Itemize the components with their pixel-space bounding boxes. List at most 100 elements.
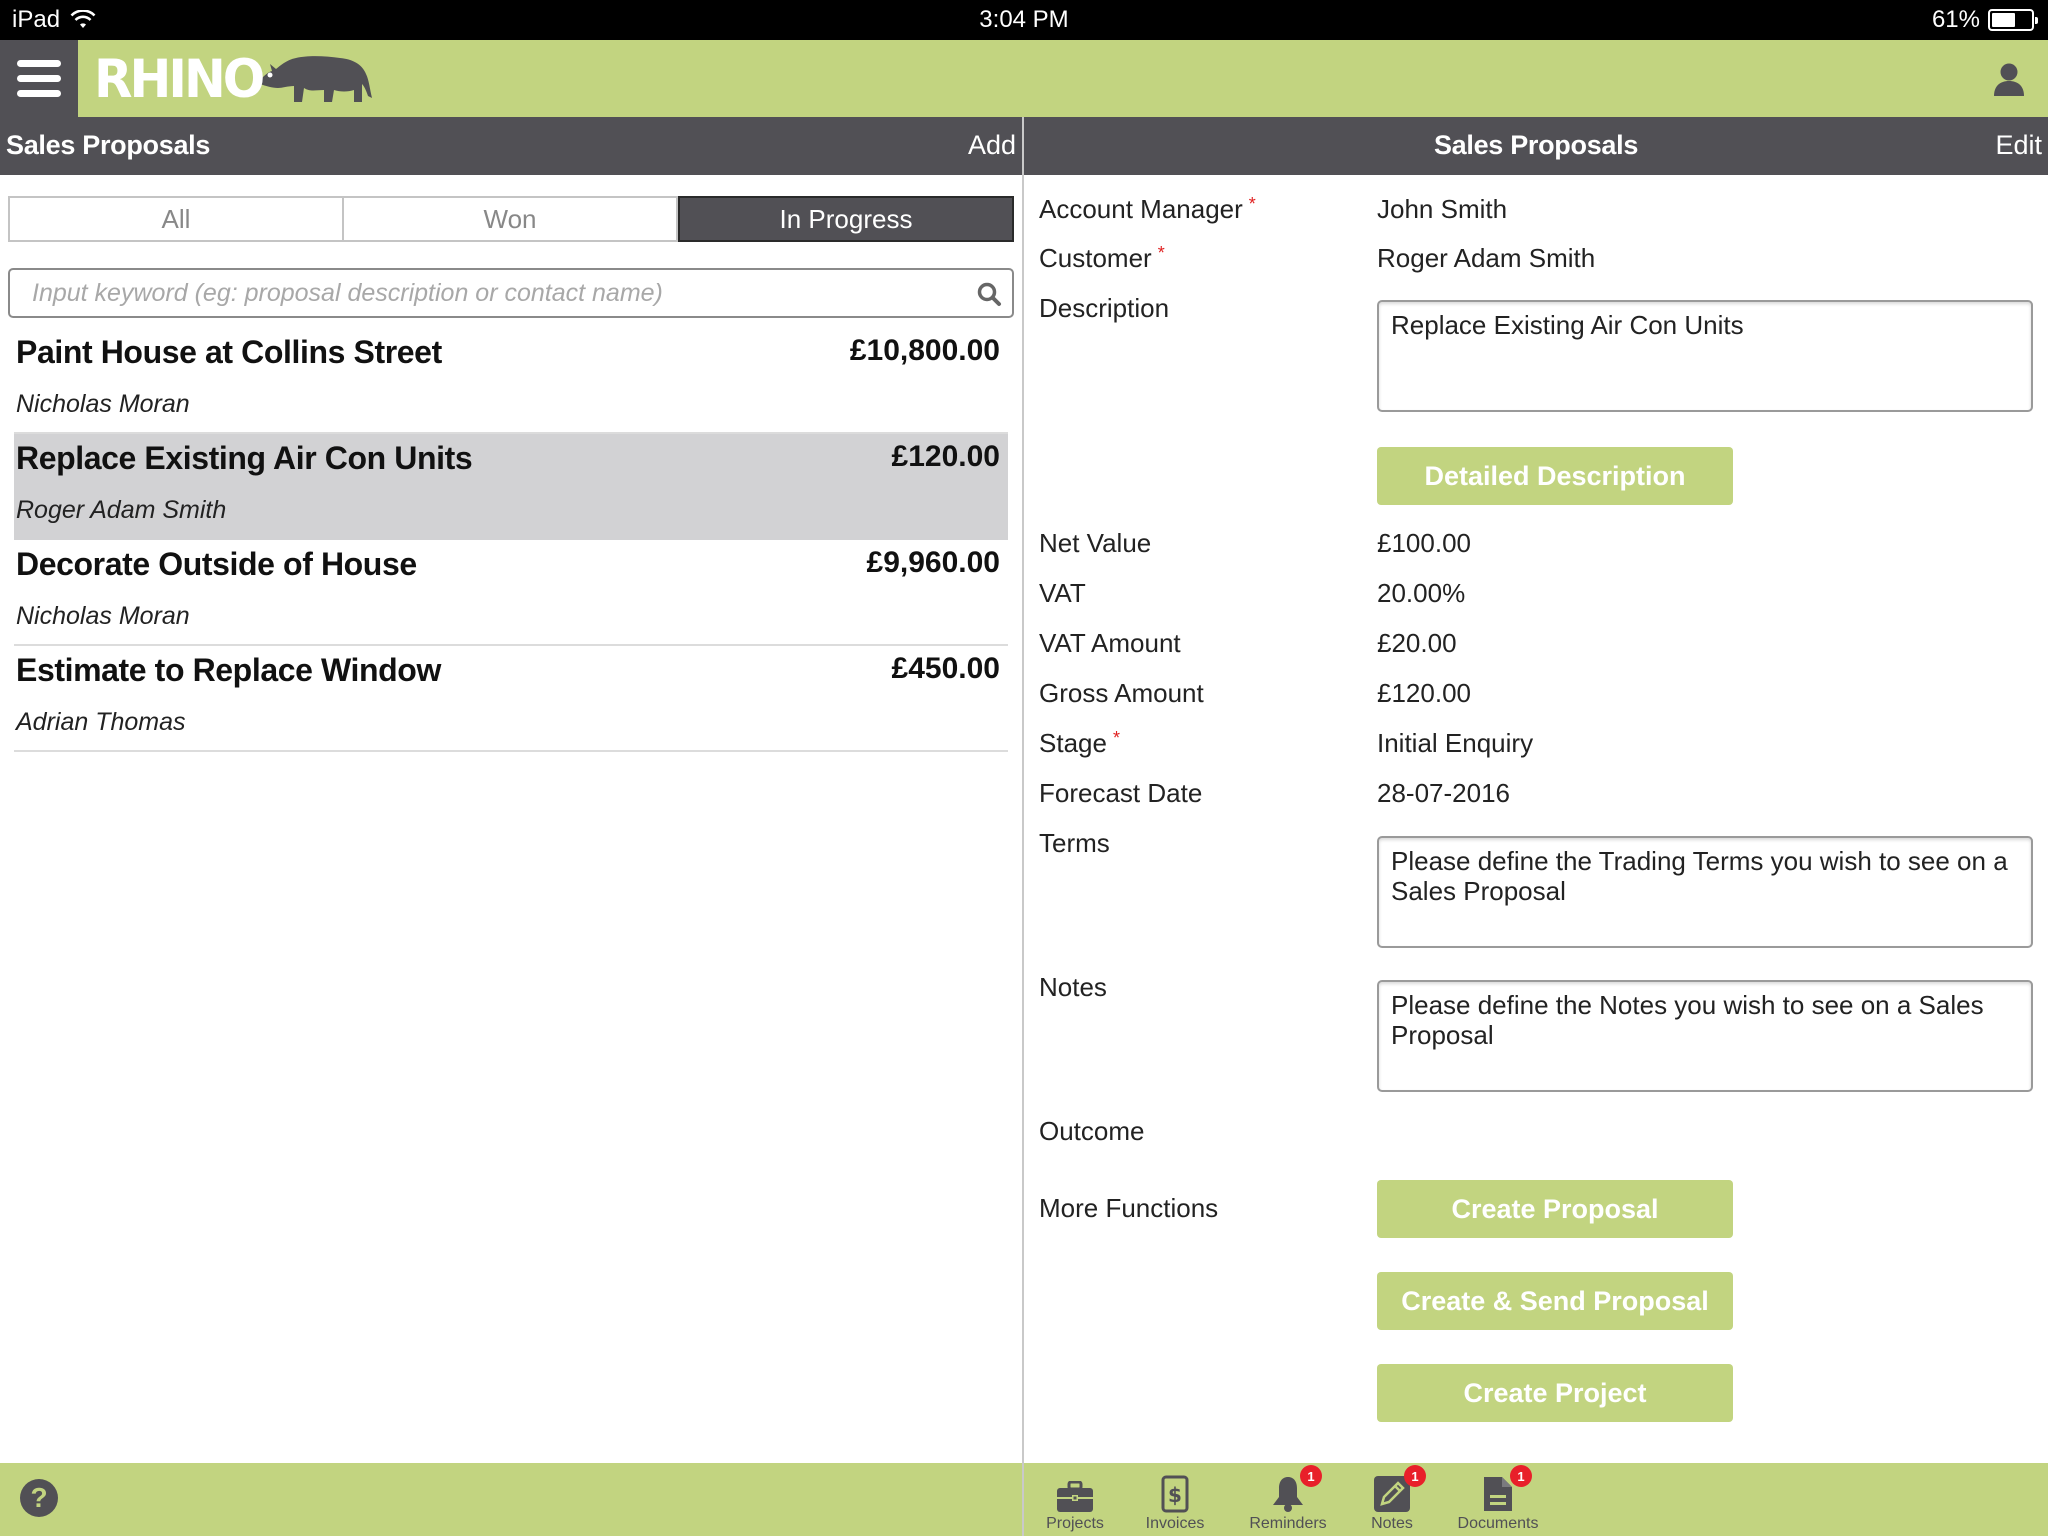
bell-icon bbox=[1273, 1477, 1303, 1512]
detailed-description-button[interactable]: Detailed Description bbox=[1377, 447, 1733, 505]
tab-label: Invoices bbox=[1145, 1515, 1205, 1532]
edit-button[interactable]: Edit bbox=[1995, 130, 2042, 161]
hamburger-icon-line bbox=[17, 60, 61, 67]
label-text: Account Manager bbox=[1039, 194, 1243, 224]
proposal-row-selected[interactable]: Replace Existing Air Con Units £120.00 R… bbox=[14, 434, 1008, 540]
status-filter-segments: All Won In Progress bbox=[8, 196, 1014, 242]
vat-amount-label: VAT Amount bbox=[1039, 628, 1181, 658]
forecast-date-value[interactable]: 28-07-2016 bbox=[1377, 778, 1510, 809]
notification-badge: 1 bbox=[1510, 1465, 1532, 1487]
tab-label: Reminders bbox=[1249, 1515, 1327, 1532]
forecast-date-label: Forecast Date bbox=[1039, 778, 1203, 808]
tab-documents[interactable]: 1 Documents bbox=[1452, 1463, 1544, 1536]
vat-amount-value: £20.00 bbox=[1377, 628, 1457, 658]
proposal-amount: £450.00 bbox=[891, 652, 1000, 685]
svg-text:$: $ bbox=[1168, 1483, 1182, 1507]
required-marker: * bbox=[1112, 728, 1120, 748]
net-value-label: Net Value bbox=[1039, 528, 1152, 558]
notification-badge: 1 bbox=[1300, 1465, 1322, 1487]
user-profile-icon[interactable] bbox=[1992, 62, 2026, 98]
search-field bbox=[8, 268, 1014, 318]
account-manager-label: Account Manager * bbox=[1039, 194, 1256, 225]
tab-label: Notes bbox=[1371, 1515, 1413, 1532]
notes-label: Notes bbox=[1039, 972, 1107, 1002]
list-header: Sales Proposals Add bbox=[0, 117, 1022, 175]
proposal-row[interactable]: Estimate to Replace Window £450.00 Adria… bbox=[14, 646, 1008, 752]
tab-label: Documents bbox=[1457, 1515, 1539, 1532]
app-bar: RHINO bbox=[0, 40, 2048, 117]
gross-amount-label: Gross Amount bbox=[1039, 678, 1204, 708]
required-marker: * bbox=[1157, 243, 1165, 263]
customer-label: Customer * bbox=[1039, 243, 1165, 274]
notification-badge: 1 bbox=[1404, 1465, 1426, 1487]
status-time: 3:04 PM bbox=[979, 6, 1069, 33]
status-right: 61% bbox=[1931, 6, 2038, 34]
notes-textarea[interactable]: Please define the Notes you wish to see … bbox=[1377, 980, 2033, 1092]
proposal-title: Estimate to Replace Window bbox=[16, 652, 441, 688]
battery-fill bbox=[1992, 13, 2016, 27]
tab-reminders[interactable]: 1 Reminders bbox=[1246, 1463, 1330, 1536]
proposal-amount: £10,800.00 bbox=[849, 334, 1000, 367]
proposal-amount: £120.00 bbox=[891, 440, 1000, 473]
segment-in-progress[interactable]: In Progress bbox=[678, 196, 1014, 242]
proposal-title: Decorate Outside of House bbox=[16, 546, 417, 582]
description-textarea[interactable]: Replace Existing Air Con Units bbox=[1377, 300, 2033, 412]
create-proposal-button[interactable]: Create Proposal bbox=[1377, 1180, 1733, 1238]
label-text: Stage bbox=[1039, 728, 1107, 758]
search-input[interactable] bbox=[10, 270, 1012, 316]
tab-icon-wrap: 1 bbox=[1268, 1465, 1322, 1513]
search-icon[interactable] bbox=[976, 281, 1002, 307]
segment-all[interactable]: All bbox=[10, 198, 344, 240]
create-project-button[interactable]: Create Project bbox=[1377, 1364, 1733, 1422]
tab-icon-wrap: 1 bbox=[1478, 1465, 1532, 1513]
battery-percent: 61% bbox=[1931, 6, 1980, 33]
rhino-icon bbox=[260, 56, 373, 102]
proposal-contact: Nicholas Moran bbox=[16, 390, 190, 418]
rhino-logo: RHINO bbox=[94, 48, 374, 110]
terms-textarea[interactable]: Please define the Trading Terms you wish… bbox=[1377, 836, 2033, 948]
create-send-proposal-button[interactable]: Create & Send Proposal bbox=[1377, 1272, 1733, 1330]
logo-text: RHINO bbox=[94, 48, 265, 110]
hamburger-icon-line bbox=[17, 90, 61, 97]
proposal-row[interactable]: Paint House at Collins Street £10,800.00… bbox=[14, 328, 1008, 434]
outcome-label: Outcome bbox=[1039, 1116, 1145, 1146]
bottom-toolbar: ? Projects $ Invoices 1 Reminders 1 Note… bbox=[0, 1463, 2048, 1536]
proposal-list: Paint House at Collins Street £10,800.00… bbox=[14, 328, 1008, 752]
terms-label: Terms bbox=[1039, 828, 1110, 858]
tab-label: Projects bbox=[1046, 1515, 1104, 1532]
segment-won[interactable]: Won bbox=[344, 198, 678, 240]
vat-value: 20.00% bbox=[1377, 578, 1466, 608]
customer-value[interactable]: Roger Adam Smith bbox=[1377, 243, 1595, 274]
more-functions-label: More Functions bbox=[1039, 1193, 1219, 1223]
help-icon[interactable]: ? bbox=[20, 1479, 58, 1517]
detail-header: Sales Proposals Edit bbox=[1024, 117, 2048, 175]
invoice-dollar-icon: $ bbox=[1161, 1475, 1189, 1513]
proposal-amount: £9,960.00 bbox=[866, 546, 1000, 579]
description-label: Description bbox=[1039, 293, 1170, 323]
battery-icon bbox=[1988, 9, 2038, 31]
hamburger-menu-button[interactable] bbox=[0, 40, 78, 117]
briefcase-icon bbox=[1057, 1481, 1093, 1512]
account-manager-value[interactable]: John Smith bbox=[1377, 194, 1507, 225]
tab-icon-wrap: 1 bbox=[1372, 1465, 1426, 1513]
status-bar: iPad 3:04 PM 61% bbox=[0, 0, 2048, 40]
tab-notes[interactable]: 1 Notes bbox=[1364, 1463, 1426, 1536]
vat-label: VAT bbox=[1039, 578, 1086, 608]
tab-icon-wrap: $ bbox=[1155, 1473, 1195, 1513]
tab-invoices[interactable]: $ Invoices bbox=[1142, 1463, 1208, 1536]
required-marker: * bbox=[1248, 194, 1256, 214]
stage-value[interactable]: Initial Enquiry bbox=[1377, 728, 1533, 759]
proposal-row[interactable]: Decorate Outside of House £9,960.00 Nich… bbox=[14, 540, 1008, 646]
tab-icon-wrap bbox=[1055, 1473, 1095, 1513]
label-text: Customer bbox=[1039, 243, 1152, 273]
tab-projects[interactable]: Projects bbox=[1044, 1463, 1106, 1536]
proposal-contact: Adrian Thomas bbox=[16, 708, 186, 736]
proposal-title: Paint House at Collins Street bbox=[16, 334, 442, 370]
add-button[interactable]: Add bbox=[968, 130, 1016, 161]
proposal-contact: Nicholas Moran bbox=[16, 602, 190, 630]
proposal-contact: Roger Adam Smith bbox=[16, 496, 227, 524]
proposal-title: Replace Existing Air Con Units bbox=[16, 440, 473, 476]
hamburger-icon-line bbox=[17, 75, 61, 82]
detail-title: Sales Proposals bbox=[1433, 130, 1639, 160]
panel-divider bbox=[1022, 117, 1024, 1463]
